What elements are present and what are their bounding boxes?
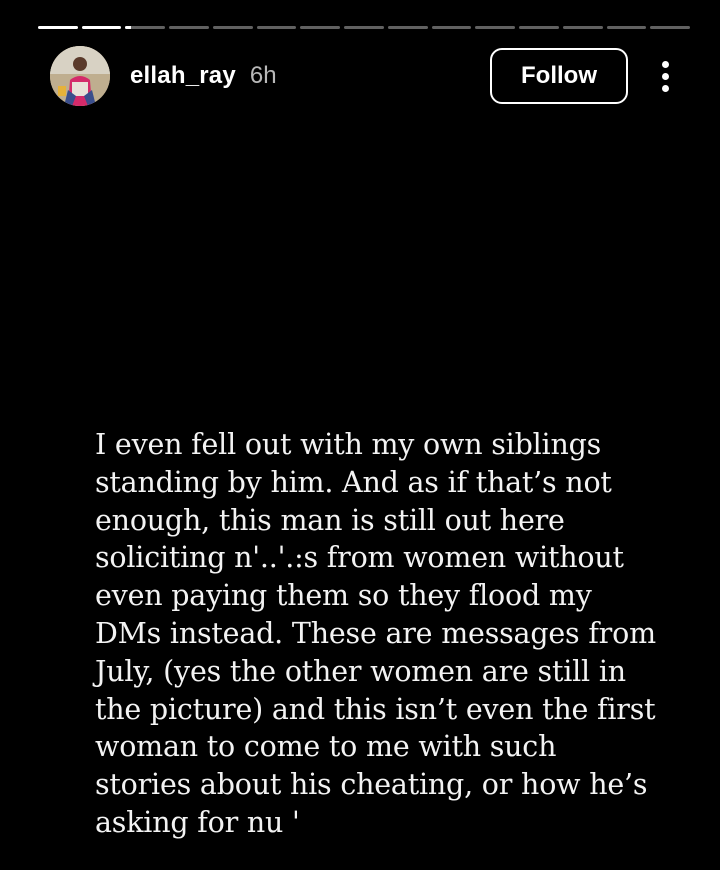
progress-segment [256,26,297,29]
progress-segment [38,26,78,29]
more-options-icon[interactable] [650,48,680,104]
dot-icon [661,84,669,92]
progress-segment [212,26,253,29]
progress-segment [562,26,603,29]
progress-segment [519,26,559,29]
avatar[interactable] [50,46,110,106]
story-progress-bar [38,26,691,29]
post-time: 6h [249,62,277,89]
follow-button[interactable]: Follow [490,48,628,104]
dot-icon [661,60,669,68]
progress-segment [431,26,472,29]
progress-segment-fill [38,26,78,29]
progress-segment-fill [81,26,122,29]
avatar-image [50,46,110,106]
username[interactable]: ellah_ray [130,62,236,90]
progress-segment [300,26,341,29]
progress-segment [387,26,428,29]
story-header: ellah_ray 6h Follow [50,46,680,106]
progress-segment [606,26,647,29]
progress-segment [650,26,691,29]
dot-icon [661,72,669,80]
progress-segment [475,26,516,29]
story-body-text: I even fell out with my own siblings sta… [95,428,656,839]
progress-segment [344,26,384,29]
progress-segment-fill [125,26,132,29]
progress-segment [81,26,122,29]
progress-segment [169,26,209,29]
progress-segment [125,26,166,29]
